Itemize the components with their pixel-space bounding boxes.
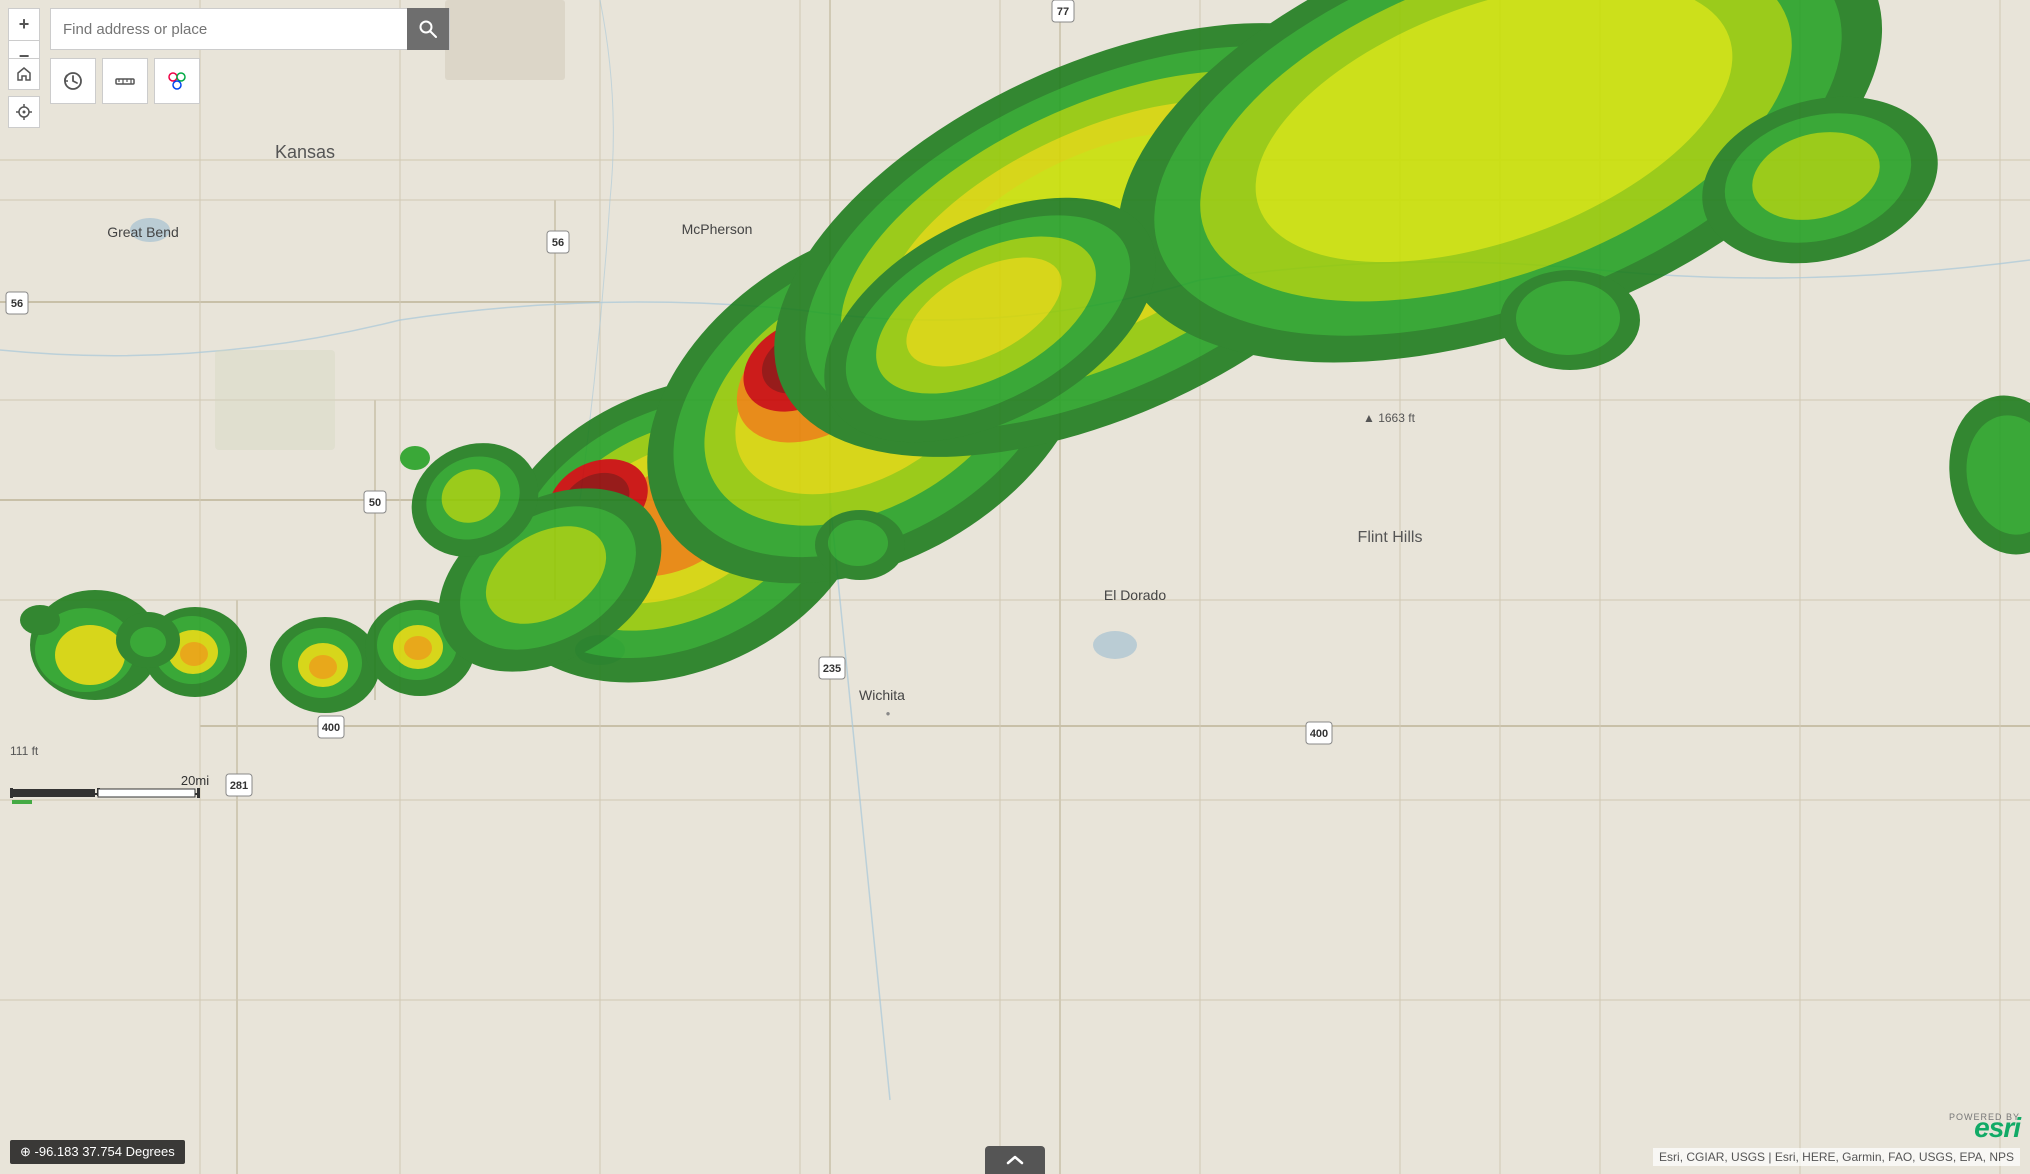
svg-text:77: 77 — [1057, 6, 1069, 18]
measure-button[interactable] — [102, 58, 148, 104]
history-button[interactable] — [50, 58, 96, 104]
svg-text:50: 50 — [369, 497, 381, 509]
esri-logo: esri — [1974, 1112, 2020, 1144]
svg-text:Great Bend: Great Bend — [107, 224, 179, 240]
search-input[interactable] — [51, 13, 407, 46]
attribution-text: Esri, CGIAR, USGS | Esri, HERE, Garmin, … — [1659, 1150, 2014, 1164]
svg-text:●: ● — [886, 709, 891, 718]
svg-text:Flint Hills: Flint Hills — [1358, 529, 1423, 546]
collapse-button[interactable] — [985, 1146, 1045, 1174]
svg-text:▲ 1663 ft: ▲ 1663 ft — [1363, 411, 1416, 425]
left-buttons — [8, 58, 40, 128]
svg-text:Wichita: Wichita — [859, 687, 905, 703]
zoom-in-button[interactable]: + — [8, 8, 40, 40]
search-bar[interactable] — [50, 8, 450, 50]
style-button[interactable] — [154, 58, 200, 104]
svg-text:McPherson: McPherson — [682, 221, 753, 237]
svg-text:281: 281 — [230, 780, 248, 792]
svg-text:400: 400 — [322, 722, 340, 734]
svg-text:20mi: 20mi — [181, 773, 209, 788]
coordinates-bar: ⊕ -96.183 37.754 Degrees — [10, 1140, 185, 1164]
attribution: Esri, CGIAR, USGS | Esri, HERE, Garmin, … — [1653, 1148, 2020, 1166]
svg-text:111 ft: 111 ft — [10, 744, 39, 758]
coordinates-value: ⊕ -96.183 37.754 Degrees — [20, 1144, 175, 1159]
svg-text:56: 56 — [552, 237, 564, 249]
map-container[interactable]: Kansas Great Bend McPherson El Dorado Wi… — [0, 0, 2030, 1174]
location-button[interactable] — [8, 96, 40, 128]
svg-text:235: 235 — [823, 663, 841, 675]
toolbar — [50, 58, 200, 104]
svg-text:El Dorado: El Dorado — [1104, 587, 1166, 603]
svg-text:Kansas: Kansas — [275, 142, 335, 162]
svg-text:56: 56 — [11, 298, 23, 310]
svg-text:400: 400 — [1310, 728, 1328, 740]
search-button[interactable] — [407, 8, 449, 50]
home-button[interactable] — [8, 58, 40, 90]
